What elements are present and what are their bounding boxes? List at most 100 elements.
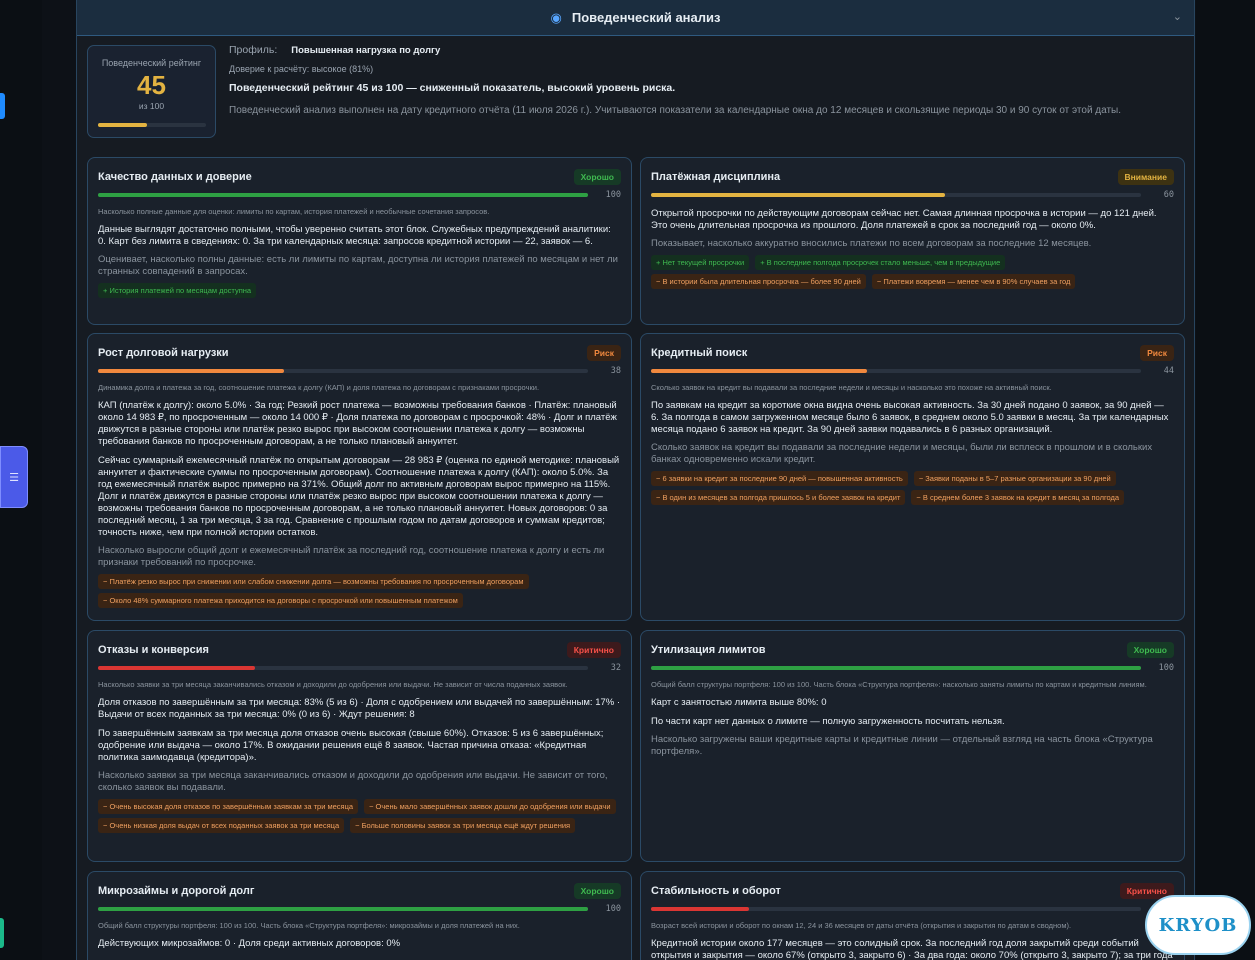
card-title: Рост долговой нагрузки bbox=[98, 347, 229, 359]
brand-logo: KRYOB bbox=[1145, 895, 1251, 955]
negative-factor-tag: − Очень низкая доля выдач от всех поданн… bbox=[98, 818, 345, 833]
card-body-text: Открытой просрочки по действующим догово… bbox=[651, 208, 1157, 231]
positive-factor-tag: + В последние полгода просрочек стало ме… bbox=[755, 255, 1006, 270]
score-value: 44 bbox=[1163, 366, 1174, 376]
score-bar bbox=[651, 193, 1141, 197]
card-hint: Общий балл структуры портфеля: 100 из 10… bbox=[651, 680, 1147, 689]
left-sidebar-strip: ☰ bbox=[0, 0, 42, 960]
card-title: Платёжная дисциплина bbox=[651, 171, 781, 183]
metric-card: Стабильность и оборотКритично 20 Возраст в… bbox=[640, 871, 1185, 960]
score-bar-row: 100 bbox=[98, 903, 621, 915]
card-title: Качество данных и доверие bbox=[98, 171, 252, 183]
negative-factor-tag: − Платёж резко вырос при снижении или сл… bbox=[98, 574, 529, 589]
score-bar-fill bbox=[651, 369, 867, 373]
score-bar-row: 100 bbox=[98, 189, 621, 201]
negative-factor-tag: − В среднем более 3 заявок на кредит в м… bbox=[911, 490, 1125, 505]
negative-factor-tag: − Заявки поданы в 5–7 разные организации… bbox=[913, 471, 1116, 486]
card-hint: Возраст всей истории и оборот по окнам 1… bbox=[651, 921, 1072, 930]
status-badge: Критично bbox=[566, 642, 621, 658]
summary-description: Поведенческий анализ выполнен на дату кр… bbox=[229, 105, 1122, 116]
negative-factor-tag: − Очень высокая доля отказов по завершён… bbox=[98, 799, 359, 814]
metric-card: Платёжная дисциплина Внимание 60 Открытой п… bbox=[640, 157, 1185, 325]
score-bar-row: 44 bbox=[651, 365, 1174, 377]
score-bar-fill bbox=[651, 193, 945, 197]
card-header: Отказы и конверсия Критично bbox=[98, 641, 621, 659]
score-bar-row: 100 bbox=[651, 662, 1174, 674]
card-body-text: Сейчас суммарный ежемесячный платёж по о… bbox=[98, 455, 620, 538]
score-bar-fill bbox=[651, 907, 749, 911]
card-hint: Насколько полные данные для оценки: лими… bbox=[98, 207, 490, 216]
card-body-text: Доля отказов по завершённым за три месяц… bbox=[98, 697, 621, 720]
card-title: Утилизация лимитов bbox=[651, 644, 766, 656]
side-panel-toggle[interactable]: ☰ bbox=[0, 446, 28, 508]
score-bar-fill bbox=[651, 666, 1141, 670]
score-bar bbox=[98, 193, 588, 197]
factor-tags: + Нет текущей просрочки + В последние пол… bbox=[651, 255, 1174, 289]
positive-factor-tag: + История платежей по месяцам доступна bbox=[98, 283, 257, 298]
score-bar-row: 60 bbox=[651, 189, 1174, 201]
profile-label: Профиль: bbox=[229, 44, 278, 56]
card-hint: Насколько заявки за три месяца заканчива… bbox=[98, 680, 568, 689]
summary-text: Профиль: Повышенная нагрузка по долгу Дов… bbox=[229, 44, 1189, 119]
card-body-text: Действующих микрозаймов: 0 · Доля среди … bbox=[98, 938, 401, 949]
card-body-text: Кредитной истории около 177 месяцев — эт… bbox=[651, 938, 1173, 960]
score-bar bbox=[98, 666, 588, 670]
score-bar-row: 38 bbox=[98, 365, 621, 377]
status-badge: Риск bbox=[587, 345, 621, 361]
status-badge: Риск bbox=[1140, 345, 1174, 361]
score-value: 38 bbox=[610, 366, 621, 376]
metric-card: Отказы и конверсия Критично 32 Насколько за… bbox=[87, 630, 632, 862]
card-header: Качество данных и доверие Хорошо bbox=[98, 168, 621, 186]
metric-card: Микрозаймы и дорогой долг Хорошо 100 Общий … bbox=[87, 871, 632, 960]
card-explanation: Насколько выросли общий долг и ежемесячн… bbox=[98, 545, 605, 568]
card-header: Платёжная дисциплина Внимание bbox=[651, 168, 1174, 186]
verdict-text: Поведенческий рейтинг 45 из 100 — снижен… bbox=[229, 82, 676, 94]
score-bar bbox=[651, 369, 1141, 373]
card-hint: Общий балл структуры портфеля: 100 из 10… bbox=[98, 921, 520, 930]
score-value: 60 bbox=[1163, 190, 1174, 200]
status-badge: Внимание bbox=[1117, 169, 1174, 185]
rating-score: 45 bbox=[137, 70, 166, 100]
factor-tags: − 6 заявки на кредит за последние 90 дне… bbox=[651, 471, 1174, 505]
factor-tags: − Платёж резко вырос при снижении или сл… bbox=[98, 574, 621, 608]
card-hint: Сколько заявок на кредит вы подавали за … bbox=[651, 383, 1052, 392]
card-title: Кредитный поиск bbox=[651, 347, 748, 359]
status-badge: Хорошо bbox=[573, 169, 621, 185]
card-explanation: Оценивает, насколько полны данные: есть … bbox=[98, 254, 618, 277]
metric-card: Рост долговой нагрузки Риск 38 Динамика дол… bbox=[87, 333, 632, 621]
list-icon: ☰ bbox=[9, 471, 19, 484]
negative-factor-tag: − Очень мало завершённых заявок дошли до… bbox=[364, 799, 616, 814]
panel-header[interactable]: ◉ Поведенческий анализ ⌄ bbox=[77, 0, 1194, 36]
score-bar bbox=[98, 369, 588, 373]
negative-factor-tag: − Больше половины заявок за три месяца е… bbox=[350, 818, 576, 833]
metric-card: Качество данных и доверие Хорошо 100 Наскол… bbox=[87, 157, 632, 325]
rating-label: Поведенческий рейтинг bbox=[101, 58, 202, 68]
rating-bar-fill bbox=[98, 123, 147, 127]
score-value: 100 bbox=[605, 904, 621, 914]
sidebar-active-marker bbox=[0, 93, 5, 119]
score-bar bbox=[98, 907, 588, 911]
card-explanation: Сколько заявок на кредит вы подавали за … bbox=[651, 442, 1153, 465]
chevron-down-icon[interactable]: ⌄ bbox=[1173, 10, 1182, 23]
metric-card: Кредитный поиск Риск 44 Сколько заявок на к… bbox=[640, 333, 1185, 621]
negative-factor-tag: − В один из месяцев за полгода пришлось … bbox=[651, 490, 906, 505]
score-bar-fill bbox=[98, 369, 285, 373]
card-header: Микрозаймы и дорогой долг Хорошо bbox=[98, 882, 621, 900]
behavior-analysis-panel: ◉ Поведенческий анализ ⌄ Поведенческий р… bbox=[76, 0, 1195, 960]
confidence-text: Доверие к расчёту: высокое (81%) bbox=[229, 64, 374, 74]
card-hint: Динамика долга и платежа за год, соотнош… bbox=[98, 383, 540, 392]
card-body-text: По части карт нет данных о лимите — полн… bbox=[651, 716, 1005, 727]
factor-tags: + История платежей по месяцам доступна bbox=[98, 283, 621, 298]
panel-title: Поведенческий анализ bbox=[571, 10, 721, 25]
positive-factor-tag: + Нет текущей просрочки bbox=[651, 255, 750, 270]
status-badge: Хорошо bbox=[1126, 642, 1174, 658]
score-bar bbox=[651, 666, 1141, 670]
card-body-text: Карт с занятостью лимита выше 80%: 0 bbox=[651, 697, 827, 708]
profile-value: Повышенная нагрузка по долгу bbox=[291, 45, 441, 56]
sidebar-marker-bottom bbox=[0, 918, 4, 948]
negative-factor-tag: − 6 заявки на кредит за последние 90 дне… bbox=[651, 471, 908, 486]
card-title: Стабильность и оборот bbox=[651, 885, 781, 897]
rating-of: из 100 bbox=[138, 101, 165, 111]
score-bar-row: 32 bbox=[98, 662, 621, 674]
rating-bar bbox=[98, 123, 206, 127]
